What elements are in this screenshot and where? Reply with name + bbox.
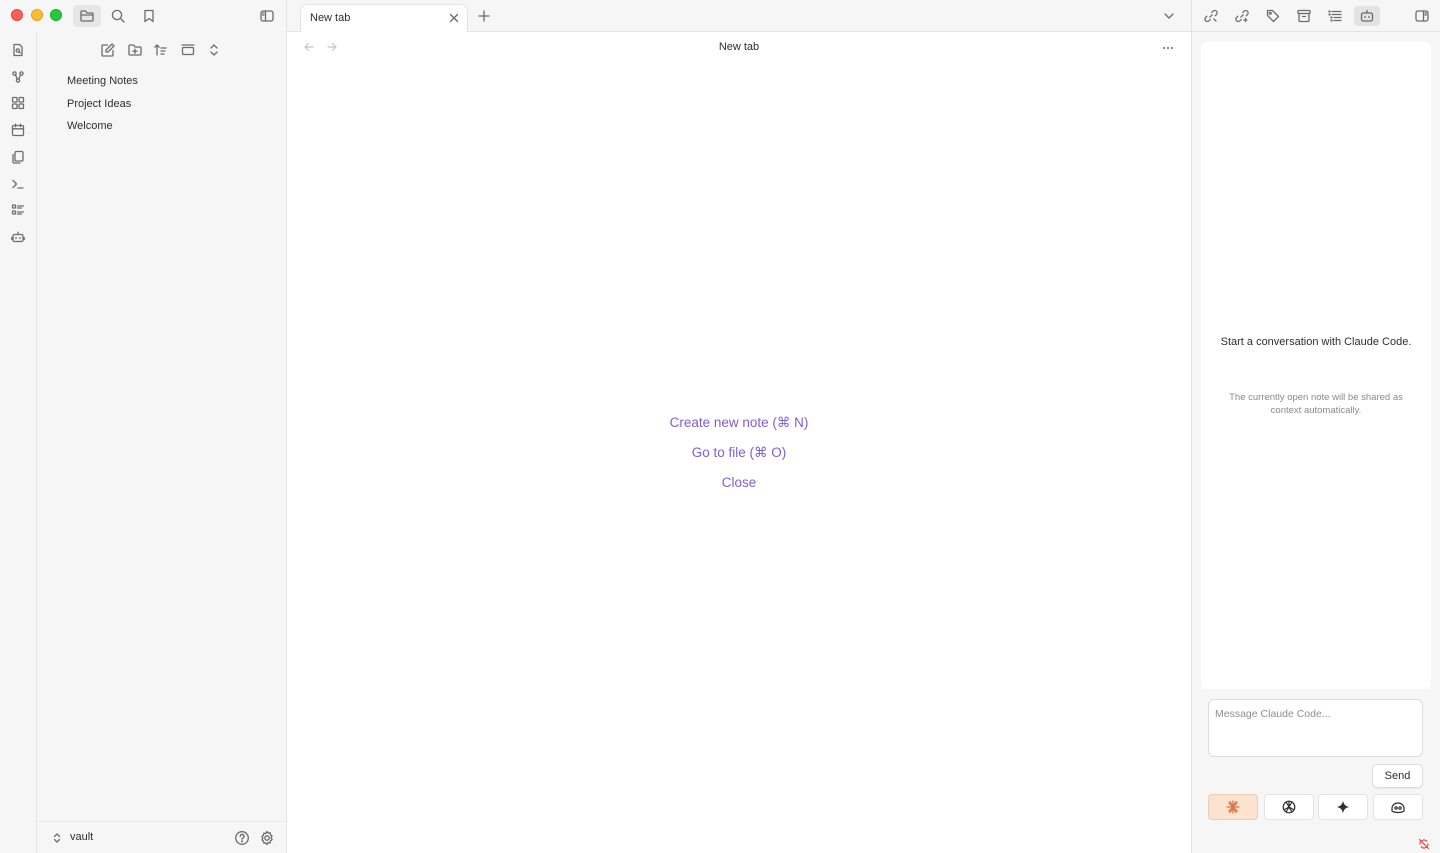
sidebar-left-icon[interactable]	[253, 5, 281, 27]
view-header: New tab	[287, 32, 1191, 64]
empty-state-action: Go to file (⌘ O)	[287, 445, 1191, 461]
vault-switcher-icon[interactable]	[50, 831, 64, 845]
claude-icon	[1209, 795, 1257, 819]
new-note-icon[interactable]	[99, 41, 117, 59]
ribbon	[0, 32, 37, 853]
openai-icon	[1265, 795, 1313, 819]
calendar-icon[interactable]	[9, 121, 27, 139]
file-item[interactable]: Meeting Notes	[59, 70, 259, 92]
main-view: New tab Create new note (⌘ N) Go to file…	[287, 32, 1191, 853]
collapse-icon[interactable]	[179, 41, 197, 59]
link-icon[interactable]	[1200, 6, 1222, 26]
provider-copilot-button[interactable]	[1373, 794, 1423, 820]
left-titlebar	[0, 0, 287, 32]
message-input[interactable]	[1208, 699, 1423, 757]
provider-gemini-button[interactable]	[1318, 794, 1368, 820]
copilot-icon	[1374, 795, 1422, 819]
sparkle-icon	[1319, 795, 1367, 819]
empty-state-action: Create new note (⌘ N)	[287, 415, 1191, 431]
sort-icon[interactable]	[152, 41, 170, 59]
list-icon[interactable]	[9, 201, 27, 219]
tag-icon[interactable]	[1262, 6, 1284, 26]
provider-claude-button[interactable]	[1208, 794, 1258, 820]
bot-icon[interactable]	[1354, 6, 1380, 26]
sync-error-icon[interactable]	[1417, 837, 1431, 851]
bot-icon[interactable]	[9, 228, 27, 246]
plus-icon[interactable]	[476, 8, 492, 24]
chat-empty-title: Start a conversation with Claude Code.	[1220, 336, 1412, 348]
open-quick-switcher-icon[interactable]	[9, 41, 27, 59]
send-button[interactable]: Send	[1372, 764, 1423, 788]
window-zoom-button[interactable]	[50, 9, 62, 21]
right-sidebar-tabbar	[1191, 0, 1440, 32]
help-icon[interactable]	[233, 829, 251, 847]
gear-icon[interactable]	[258, 829, 276, 847]
bookmark-icon[interactable]	[135, 5, 163, 27]
close-link[interactable]: Close	[722, 475, 757, 490]
canvas-icon[interactable]	[9, 94, 27, 112]
tab-bar: New tab	[287, 0, 1191, 33]
new-folder-icon[interactable]	[126, 41, 144, 59]
sidebar-right-icon[interactable]	[1411, 6, 1433, 26]
provider-openai-button[interactable]	[1264, 794, 1314, 820]
more-options-icon[interactable]	[1160, 40, 1176, 56]
vault-name[interactable]: vault	[70, 831, 93, 843]
terminal-icon[interactable]	[9, 175, 27, 193]
window-close-button[interactable]	[11, 9, 23, 21]
outgoing-links-icon[interactable]	[1231, 6, 1253, 26]
vault-bar: vault	[37, 821, 287, 853]
outline-icon[interactable]	[1324, 6, 1346, 26]
copy-icon[interactable]	[9, 148, 27, 166]
file-explorer: Meeting Notes Project Ideas Welcome vaul…	[37, 32, 287, 853]
chat-empty-subtitle: The currently open note will be shared a…	[1229, 392, 1403, 416]
chevron-down-icon[interactable]	[1161, 8, 1177, 24]
file-item[interactable]: Welcome	[59, 115, 259, 137]
tab-new-tab[interactable]: New tab	[300, 4, 468, 33]
claude-chat-panel: Start a conversation with Claude Code. T…	[1191, 32, 1440, 853]
archive-icon[interactable]	[1293, 6, 1315, 26]
tab-title: New tab	[310, 12, 351, 24]
view-title: New tab	[718, 41, 760, 53]
window-minimize-button[interactable]	[31, 9, 43, 21]
empty-state-action: Close	[287, 475, 1191, 490]
file-item[interactable]: Project Ideas	[59, 93, 259, 115]
chat-messages-area: Start a conversation with Claude Code. T…	[1201, 42, 1431, 689]
go-to-file-link[interactable]: Go to file (⌘ O)	[692, 445, 787, 461]
close-icon[interactable]	[447, 11, 461, 25]
folder-icon[interactable]	[73, 5, 101, 27]
graph-view-icon[interactable]	[9, 68, 27, 86]
search-icon[interactable]	[104, 5, 132, 27]
expand-icon[interactable]	[205, 41, 223, 59]
create-new-note-link[interactable]: Create new note (⌘ N)	[670, 415, 809, 431]
